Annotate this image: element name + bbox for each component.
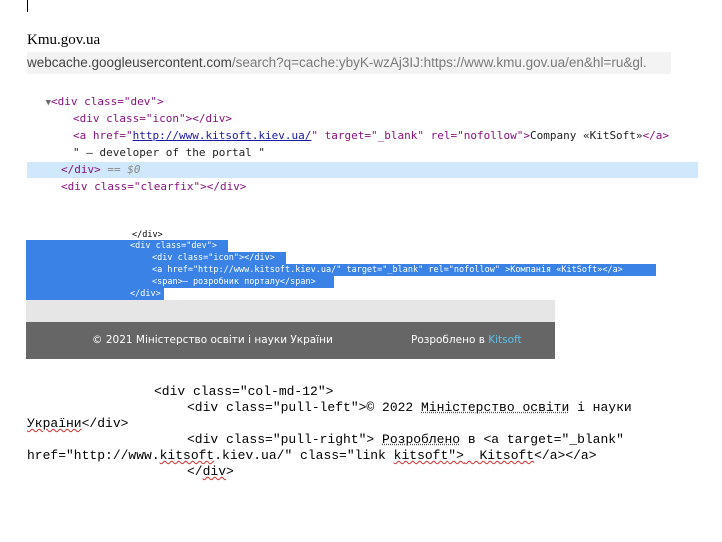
source-line-selected: <span>— розробник порталу</span> xyxy=(26,276,334,288)
dom-tag-text: <div class="clearfix"></div> xyxy=(61,180,247,193)
code-text: </div> xyxy=(81,416,129,431)
footer-copyright: © 2021 Міністерство освіти і науки Украї… xyxy=(92,334,333,346)
dom-tag-close: </a> xyxy=(642,129,670,142)
code-text-spellcheck: Kitsoft xyxy=(463,448,535,463)
dom-tag-text: <div class="dev"> xyxy=(51,95,164,108)
code-text-underlined: Розроблено xyxy=(382,432,461,447)
footer-developer: Розроблено в Kitsoft xyxy=(411,322,522,359)
url-path: /search?q=cache:ybyK-wzAj3IJ:https://www… xyxy=(231,55,647,70)
dom-text: " — developer of the portal " xyxy=(73,146,266,159)
footer-top-strip xyxy=(26,300,555,322)
code-text: в <a target="_blank" xyxy=(460,432,624,447)
dom-node-clearfix[interactable]: <div class="clearfix"></div> xyxy=(27,179,698,195)
dom-node-icon[interactable]: <div class="icon"></div> xyxy=(27,111,698,127)
site-footer: © 2021 Міністерство освіти і науки Украї… xyxy=(26,322,555,359)
code-text: .kiev.ua/" class="link xyxy=(214,448,394,463)
code-text: <div class="pull-left">© 2022 xyxy=(187,400,422,415)
document-title: Kmu.gov.ua xyxy=(27,32,101,48)
code-line: </div> xyxy=(187,464,234,480)
cache-url[interactable]: webcache.googleusercontent.com/search?q=… xyxy=(27,52,671,74)
code-text: <div class="pull-right"> xyxy=(187,432,383,447)
code-text-spellcheck: kitsoft xyxy=(159,448,215,463)
dom-tag-attrs: " target="_blank" rel="nofollow"> xyxy=(311,129,530,142)
text-cursor xyxy=(27,0,28,12)
code-text-spellcheck: div xyxy=(202,464,227,479)
code-text: </ xyxy=(187,464,203,479)
dom-tag-open: <a href=" xyxy=(73,129,133,142)
dom-tag-text: </div> xyxy=(61,163,101,176)
code-line: <div class="col-md-12"> xyxy=(154,384,334,399)
dom-selection-marker: == $0 xyxy=(107,163,141,176)
dom-href-link[interactable]: http://www.kitsoft.kiev.ua/ xyxy=(133,129,312,142)
code-text-spellcheck: kitsoft xyxy=(393,448,449,463)
code-text: </a></a> xyxy=(534,448,597,463)
dom-text-node[interactable]: " — developer of the portal " xyxy=(27,145,698,161)
source-line-selected: <div class="dev"> xyxy=(26,240,228,252)
code-text-underlined: Міністерство освіти xyxy=(421,400,570,415)
code-line: <div class="pull-left">© 2022 Міністерст… xyxy=(187,400,632,416)
dom-node-selected[interactable]: </div> == $0 xyxy=(27,162,698,178)
url-host: webcache.googleusercontent.com xyxy=(27,55,232,70)
dom-node-link[interactable]: <a href="http://www.kitsoft.kiev.ua/" ta… xyxy=(27,128,698,144)
code-text: і науки xyxy=(569,400,632,415)
dom-tag-text: <div class="icon"></div> xyxy=(73,112,232,125)
dom-link-text: Company «KitSoft» xyxy=(529,129,643,142)
code-text-spellcheck: України xyxy=(27,416,82,431)
code-text-spellcheck: "> xyxy=(448,448,464,463)
code-line: України</div> xyxy=(27,416,128,432)
code-line: href="http://www.kitsoft.kiev.ua/" class… xyxy=(27,448,597,464)
code-text: href="http://www. xyxy=(27,448,160,463)
source-snippet: </div> <div class="dev"> <div class="ico… xyxy=(26,226,656,300)
source-line-selected: <a href="http://www.kitsoft.kiev.ua/" ta… xyxy=(26,264,656,276)
footer-brand-link[interactable]: Kitsoft xyxy=(488,334,521,346)
source-line-selected: <div class="icon"></div> xyxy=(26,252,286,264)
footer-developed-label: Розроблено в xyxy=(411,334,489,346)
dom-node-dev[interactable]: ▼<div class="dev"> xyxy=(27,94,698,110)
devtools-elements-panel: ▼<div class="dev"> <div class="icon"></d… xyxy=(27,94,698,196)
source-line-selected: </div> xyxy=(26,288,164,300)
code-text: > xyxy=(226,464,234,479)
code-line: <div class="pull-right"> Розроблено в <a… xyxy=(187,432,624,448)
